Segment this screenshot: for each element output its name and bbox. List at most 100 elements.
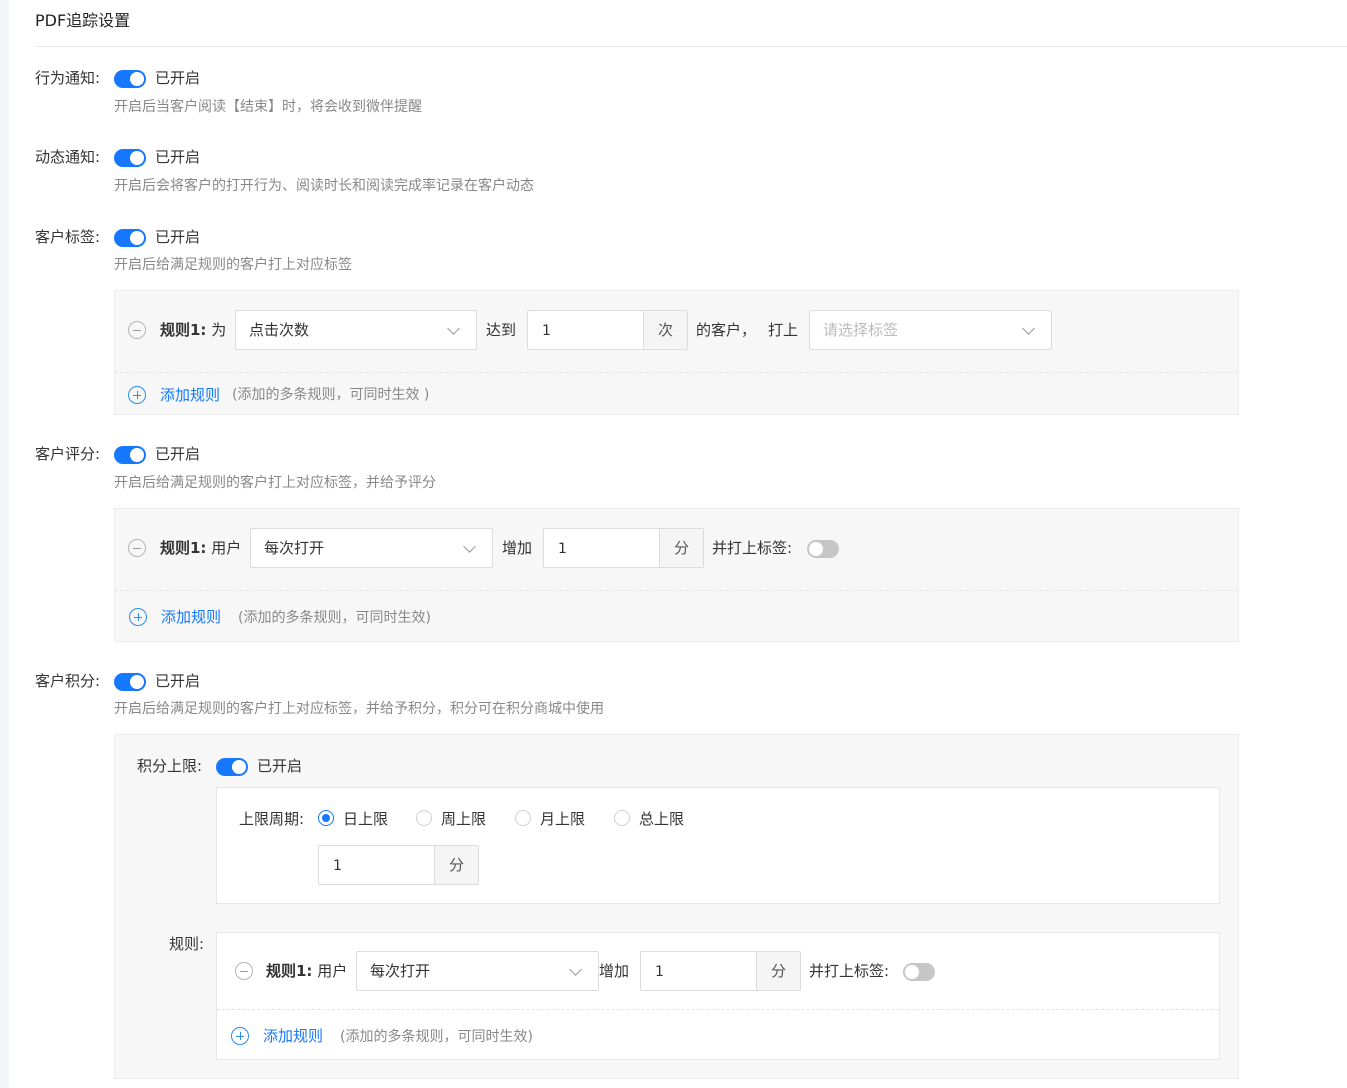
remove-rule-icon[interactable] xyxy=(128,321,146,339)
customer-score-rules-panel: 规则1: 用户 每次打开 增加 1 分 并打上标签: 添加规则 (添加的多条规则… xyxy=(114,508,1239,642)
switch-knob xyxy=(809,542,823,556)
behavior-notify-label: 行为通知: xyxy=(35,69,101,87)
customer-tag-desc: 开启后给满足规则的客户打上对应标签 xyxy=(114,257,352,273)
page-title: PDF追踪设置 xyxy=(35,11,131,30)
chevron-down-icon xyxy=(463,540,476,553)
radio-monthly-limit[interactable] xyxy=(515,810,531,826)
points-input-value: 1 xyxy=(655,964,664,980)
behavior-notify-switch[interactable] xyxy=(114,70,146,88)
action-select[interactable]: 每次打开 xyxy=(250,528,493,568)
points-limit-switch[interactable] xyxy=(216,758,248,776)
customer-suffix: 的客户， xyxy=(696,321,757,339)
limit-value: 1 xyxy=(333,858,342,874)
points-unit: 分 xyxy=(756,952,800,990)
add-label: 增加 xyxy=(599,962,630,980)
add-rule-icon[interactable] xyxy=(128,386,146,404)
attach-tag-label: 并打上标签: xyxy=(712,539,793,557)
attach-tag-label: 并打上标签: xyxy=(809,962,890,980)
period-option-daily[interactable]: 日上限 xyxy=(343,809,388,829)
panel-divider xyxy=(115,590,1238,591)
points-action-select[interactable]: 每次打开 xyxy=(356,951,599,991)
rule-name: 规则1: xyxy=(266,962,313,980)
rule-prefix: 用户 xyxy=(317,962,348,980)
panel-divider xyxy=(115,372,1238,373)
customer-points-label: 客户积分: xyxy=(35,672,101,690)
switch-knob xyxy=(232,760,246,774)
switch-knob xyxy=(130,72,144,86)
rule-label: 规则1: 为 xyxy=(160,320,226,340)
dynamic-notify-label: 动态通知: xyxy=(35,148,101,166)
add-rule-hint: (添加的多条规则，可同时生效) xyxy=(340,1029,533,1045)
customer-score-desc: 开启后给满足规则的客户打上对应标签，并给予评分 xyxy=(114,475,436,491)
switch-knob xyxy=(130,448,144,462)
customer-points-switch[interactable] xyxy=(114,673,146,691)
reach-label: 达到 xyxy=(486,321,517,339)
points-action-value: 每次打开 xyxy=(370,962,431,980)
chevron-down-icon xyxy=(569,963,582,976)
switch-knob xyxy=(130,675,144,689)
title-divider xyxy=(35,46,1347,47)
period-option-weekly[interactable]: 周上限 xyxy=(441,809,486,829)
switch-knob xyxy=(905,965,919,979)
rule-name: 规则1: xyxy=(160,321,207,339)
score-input[interactable]: 1 分 xyxy=(543,528,704,568)
customer-points-status: 已开启 xyxy=(155,672,201,690)
action-select-value: 每次打开 xyxy=(264,539,325,557)
points-limit-status: 已开启 xyxy=(257,757,303,775)
period-option-total[interactable]: 总上限 xyxy=(639,809,684,829)
customer-tag-switch[interactable] xyxy=(114,229,146,247)
customer-score-label: 客户评分: xyxy=(35,445,101,463)
add-rule-hint: (添加的多条规则，可同时生效) xyxy=(238,610,431,626)
switch-knob xyxy=(130,151,144,165)
rule-name: 规则1: xyxy=(160,539,207,557)
dynamic-notify-switch[interactable] xyxy=(114,149,146,167)
remove-rule-icon[interactable] xyxy=(128,539,146,557)
add-rule-link[interactable]: 添加规则 xyxy=(160,385,220,405)
count-unit: 次 xyxy=(643,311,687,349)
add-rule-icon[interactable] xyxy=(129,608,147,626)
panel-divider xyxy=(217,1009,1219,1010)
dynamic-notify-status: 已开启 xyxy=(155,148,201,166)
chevron-down-icon xyxy=(1022,322,1035,335)
limit-value-input[interactable]: 1 分 xyxy=(318,845,479,885)
limit-unit: 分 xyxy=(434,846,478,884)
rule-label: 规则1: 用户 xyxy=(266,961,347,981)
behavior-notify-desc: 开启后当客户阅读【结束】时，将会收到微伴提醒 xyxy=(114,99,422,115)
trigger-select[interactable]: 点击次数 xyxy=(235,310,477,350)
rules-label: 规则: xyxy=(169,935,205,953)
customer-tag-rules-panel: 规则1: 为 点击次数 达到 1 次 的客户， 打上 请选择标签 添加规则 (添… xyxy=(114,290,1239,415)
score-unit: 分 xyxy=(659,529,703,567)
radio-weekly-limit[interactable] xyxy=(416,810,432,826)
rule-label: 规则1: 用户 xyxy=(160,538,241,558)
period-label: 上限周期: xyxy=(239,810,305,828)
add-rule-hint: (添加的多条规则，可同时生效 ) xyxy=(232,387,430,403)
customer-score-switch[interactable] xyxy=(114,446,146,464)
attach-tag-switch[interactable] xyxy=(807,540,839,558)
radio-daily-limit[interactable] xyxy=(318,810,334,826)
customer-points-panel: 积分上限: 已开启 上限周期: 日上限 周上限 月上限 总上限 1 分 规则: … xyxy=(114,734,1239,1079)
add-label: 增加 xyxy=(502,539,533,557)
points-input[interactable]: 1 分 xyxy=(640,951,801,991)
rule-prefix: 用户 xyxy=(211,539,242,557)
chevron-down-icon xyxy=(447,322,460,335)
dynamic-notify-desc: 开启后会将客户的打开行为、阅读时长和阅读完成率记录在客户动态 xyxy=(114,178,534,194)
count-input[interactable]: 1 次 xyxy=(527,310,688,350)
customer-tag-status: 已开启 xyxy=(155,228,201,246)
switch-knob xyxy=(130,231,144,245)
limit-period-box: 上限周期: 日上限 周上限 月上限 总上限 1 分 xyxy=(216,787,1220,904)
add-rule-link[interactable]: 添加规则 xyxy=(263,1026,323,1046)
radio-total-limit[interactable] xyxy=(614,810,630,826)
add-rule-link[interactable]: 添加规则 xyxy=(161,607,221,627)
period-option-monthly[interactable]: 月上限 xyxy=(540,809,585,829)
tag-select[interactable]: 请选择标签 xyxy=(809,310,1052,350)
left-gutter xyxy=(0,0,9,1088)
add-rule-icon[interactable] xyxy=(231,1027,249,1045)
trigger-select-value: 点击次数 xyxy=(249,321,310,339)
points-limit-label: 积分上限: xyxy=(137,757,203,775)
customer-points-desc: 开启后给满足规则的客户打上对应标签，并给予积分，积分可在积分商城中使用 xyxy=(114,701,604,717)
tag-select-placeholder: 请选择标签 xyxy=(823,321,899,339)
score-input-value: 1 xyxy=(558,541,567,557)
customer-tag-label: 客户标签: xyxy=(35,228,101,246)
attach-tag-switch[interactable] xyxy=(903,963,935,981)
remove-rule-icon[interactable] xyxy=(235,962,253,980)
